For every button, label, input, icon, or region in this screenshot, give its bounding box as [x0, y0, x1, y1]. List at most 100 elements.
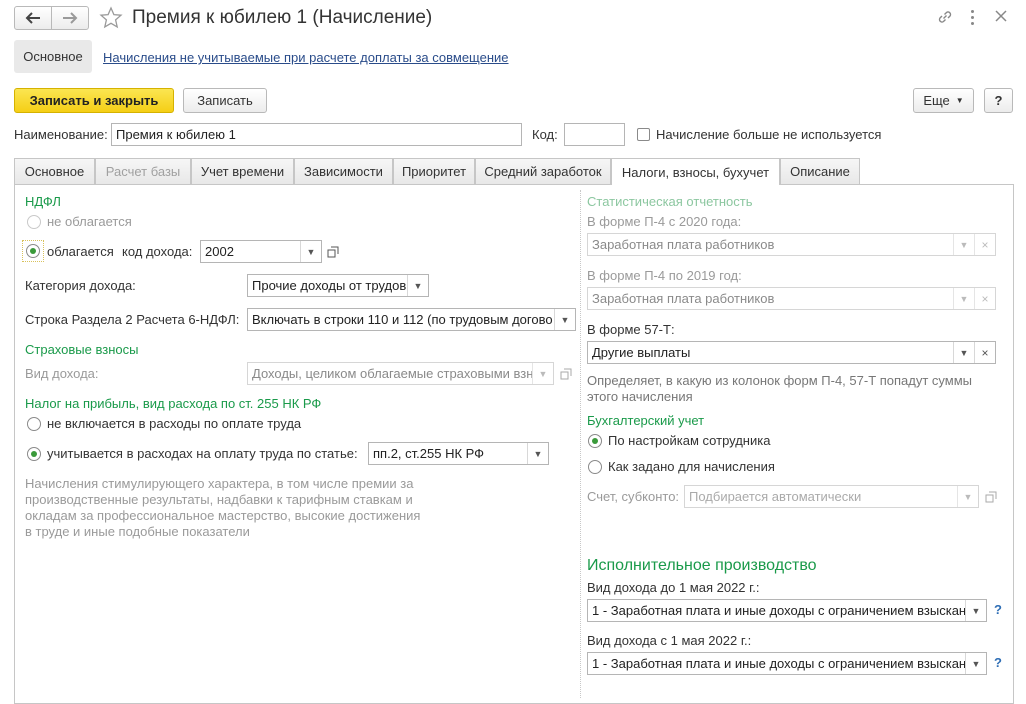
income-before-label: Вид дохода до 1 мая 2022 г.:	[587, 580, 760, 595]
back-button[interactable]	[14, 6, 52, 30]
stat-title: Статистическая отчетность	[587, 194, 753, 209]
income-before-value: 1 - Заработная плата и иные доходы с огр…	[592, 603, 965, 618]
included-radio[interactable]	[27, 447, 41, 461]
tab-label: Средний заработок	[484, 164, 602, 179]
income-code-label: код дохода:	[122, 244, 193, 259]
tab-label: Учет времени	[200, 164, 285, 179]
f57t-value: Другие выплаты	[592, 345, 691, 360]
income-category-select[interactable]: Прочие доходы от трудов ▼	[247, 274, 429, 297]
tab-base-calc[interactable]: Расчет базы	[95, 158, 191, 184]
income-category-label: Категория дохода:	[25, 278, 136, 293]
more-label: Еще	[923, 93, 950, 108]
profit-tax-title: Налог на прибыль, вид расхода по ст. 255…	[25, 396, 322, 411]
acc-accrual-radio[interactable]	[588, 460, 602, 474]
arrow-left-icon	[25, 12, 40, 24]
code-label: Код:	[532, 127, 558, 142]
p4-2019-label: В форме П-4 по 2019 год:	[587, 268, 742, 283]
tab-description[interactable]: Описание	[780, 158, 860, 184]
p4-2020-field: Заработная плата работников ▼ ×	[587, 233, 996, 256]
chevron-down-icon: ▼	[957, 486, 978, 507]
more-button[interactable]: Еще ▼	[913, 88, 974, 113]
article-value: пп.2, ст.255 НК РФ	[373, 446, 485, 461]
line-6ndfl-label: Строка Раздела 2 Расчета 6-НДФЛ:	[25, 312, 240, 327]
save-close-button[interactable]: Записать и закрыть	[14, 88, 174, 113]
f57t-note-2: этого начисления	[587, 389, 693, 404]
chevron-down-icon[interactable]: ▼	[527, 443, 548, 464]
tab-label: Расчет базы	[105, 164, 181, 179]
income-code-value: 2002	[205, 244, 234, 259]
help-icon[interactable]: ?	[994, 602, 1002, 617]
nav-main-tab[interactable]: Основное	[14, 40, 92, 73]
name-label: Наименование:	[14, 127, 108, 142]
income-after-select[interactable]: 1 - Заработная плата и иные доходы с огр…	[587, 652, 987, 675]
article-select[interactable]: пп.2, ст.255 НК РФ ▼	[368, 442, 549, 465]
clear-icon[interactable]: ×	[974, 342, 995, 363]
help-button[interactable]: ?	[984, 88, 1013, 113]
account-field: Подбирается автоматически ▼	[684, 485, 979, 508]
forward-button[interactable]	[51, 6, 89, 30]
f57t-label: В форме 57-Т:	[587, 322, 675, 337]
more-vertical-icon[interactable]	[968, 8, 978, 26]
note-line-2: производственные результаты, надбавки к …	[25, 492, 413, 507]
chevron-down-icon: ▼	[953, 288, 974, 309]
nav-secondary-link[interactable]: Начисления не учитываемые при расчете до…	[103, 50, 509, 65]
line-6ndfl-value: Включать в строки 110 и 112 (по трудовым…	[252, 312, 553, 327]
acc-employee-radio[interactable]	[588, 434, 602, 448]
income-code-field[interactable]: 2002 ▼	[200, 240, 322, 263]
name-value: Премия к юбилею 1	[116, 127, 236, 142]
link-icon[interactable]	[936, 8, 954, 29]
name-input[interactable]: Премия к юбилею 1	[111, 123, 522, 146]
favorite-star-icon[interactable]	[99, 6, 123, 33]
help-icon[interactable]: ?	[994, 655, 1002, 670]
note-line-3: окладам за профессиональное мастерство, …	[25, 508, 421, 523]
tab-dependencies[interactable]: Зависимости	[294, 158, 393, 184]
nav-main-label: Основное	[23, 49, 83, 64]
tab-label: Налоги, взносы, бухучет	[621, 164, 770, 180]
enforcement-title: Исполнительное производство	[587, 557, 817, 574]
p4-2019-value: Заработная плата работников	[592, 291, 775, 306]
code-input[interactable]	[564, 123, 625, 146]
clear-icon: ×	[974, 288, 995, 309]
not-used-checkbox[interactable]	[637, 128, 650, 141]
ndfl-taxed-radio[interactable]	[26, 244, 40, 258]
line-6ndfl-select[interactable]: Включать в строки 110 и 112 (по трудовым…	[247, 308, 576, 331]
chevron-down-icon[interactable]: ▼	[554, 309, 575, 330]
open-form-icon	[981, 485, 1001, 508]
acc-accrual-label: Как задано для начисления	[608, 459, 775, 474]
tab-main[interactable]: Основное	[14, 158, 95, 184]
note-line-4: в труде и иные подобные показатели	[25, 524, 250, 539]
tab-label: Описание	[790, 164, 850, 179]
ndfl-taxed-label: облагается	[47, 244, 114, 259]
account-label: Счет, субконто:	[587, 489, 680, 504]
chevron-down-icon[interactable]: ▼	[300, 241, 321, 262]
tab-time[interactable]: Учет времени	[191, 158, 294, 184]
income-category-value: Прочие доходы от трудов	[252, 278, 407, 293]
tab-taxes[interactable]: Налоги, взносы, бухучет	[611, 158, 780, 185]
close-icon[interactable]	[995, 10, 1007, 25]
not-used-label: Начисление больше не используется	[656, 127, 882, 142]
income-type-field: Доходы, целиком облагаемые страховыми вз…	[247, 362, 554, 385]
note-line-1: Начисления стимулирующего характера, в т…	[25, 476, 414, 491]
tab-avg-earnings[interactable]: Средний заработок	[475, 158, 611, 184]
not-included-radio[interactable]	[27, 417, 41, 431]
ndfl-not-taxed-radio[interactable]	[27, 215, 41, 229]
ndfl-title: НДФЛ	[25, 194, 61, 209]
column-divider	[580, 190, 581, 698]
open-form-icon	[556, 362, 576, 385]
income-after-label: Вид дохода с 1 мая 2022 г.:	[587, 633, 752, 648]
window-title: Премия к юбилею 1 (Начисление)	[132, 7, 433, 28]
p4-2020-value: Заработная плата работников	[592, 237, 775, 252]
income-before-select[interactable]: 1 - Заработная плата и иные доходы с огр…	[587, 599, 987, 622]
acc-title: Бухгалтерский учет	[587, 413, 705, 428]
f57t-select[interactable]: Другие выплаты ▼ ×	[587, 341, 996, 364]
chevron-down-icon[interactable]: ▼	[965, 653, 986, 674]
ndfl-not-taxed-label: не облагается	[47, 214, 132, 229]
acc-employee-label: По настройкам сотрудника	[608, 433, 771, 448]
arrow-right-icon	[63, 12, 78, 24]
chevron-down-icon[interactable]: ▼	[953, 342, 974, 363]
save-button[interactable]: Записать	[183, 88, 267, 113]
chevron-down-icon[interactable]: ▼	[965, 600, 986, 621]
open-form-icon[interactable]	[323, 240, 343, 263]
chevron-down-icon[interactable]: ▼	[407, 275, 428, 296]
tab-priority[interactable]: Приоритет	[393, 158, 475, 184]
